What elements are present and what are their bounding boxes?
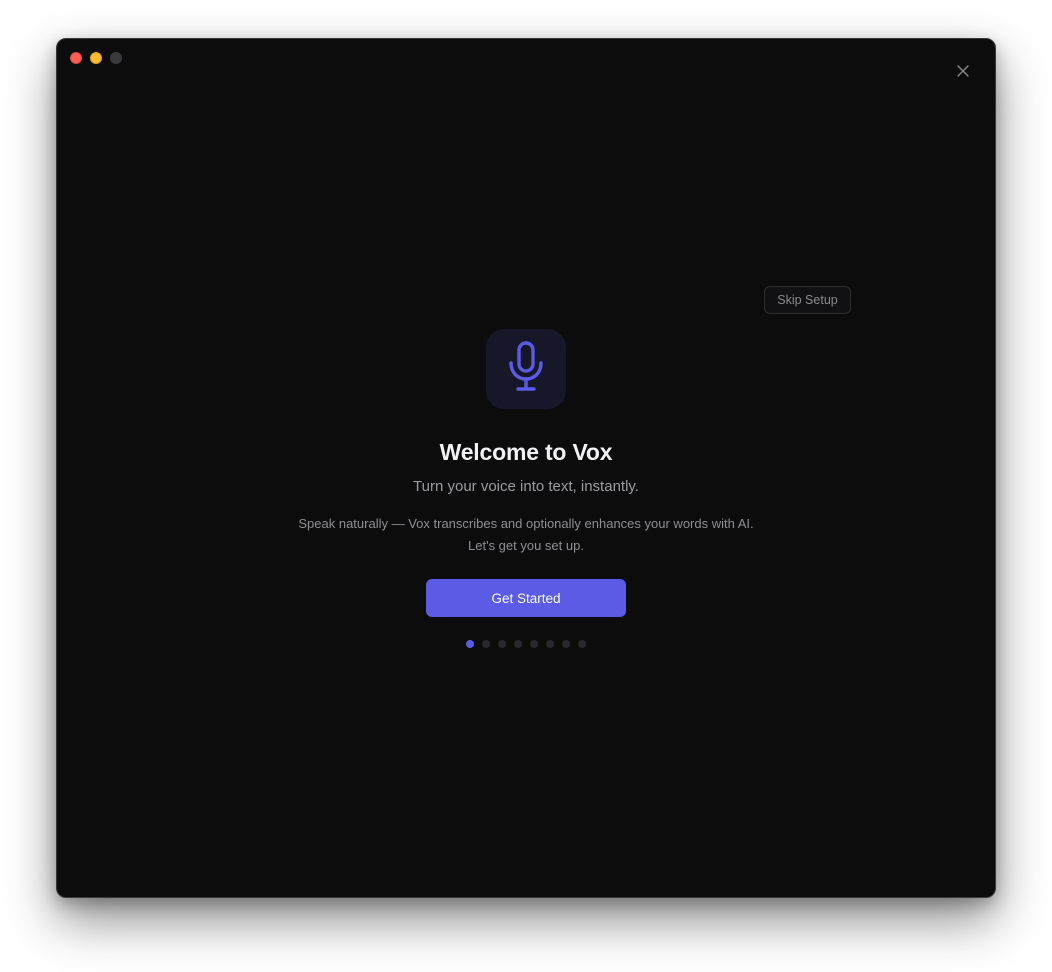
- step-dot: [530, 640, 538, 648]
- window-controls: [70, 52, 122, 64]
- window-zoom-button[interactable]: [110, 52, 122, 64]
- close-icon[interactable]: [955, 63, 971, 79]
- app-icon: [486, 329, 566, 409]
- page-subtitle: Turn your voice into text, instantly.: [413, 478, 639, 495]
- skip-setup-button[interactable]: Skip Setup: [764, 286, 851, 314]
- onboarding-window: Skip Setup Welcome to Vox Turn your voic…: [56, 38, 996, 898]
- step-dot: [578, 640, 586, 648]
- microphone-icon: [508, 340, 544, 398]
- step-dot: [498, 640, 506, 648]
- step-dot: [482, 640, 490, 648]
- get-started-button[interactable]: Get Started: [426, 579, 626, 617]
- window-minimize-button[interactable]: [90, 52, 102, 64]
- page-description: Speak naturally — Vox transcribes and op…: [298, 516, 754, 553]
- step-dot: [562, 640, 570, 648]
- step-indicator: [466, 640, 586, 648]
- page-title: Welcome to Vox: [439, 439, 613, 465]
- step-dot: [514, 640, 522, 648]
- step-dot: [546, 640, 554, 648]
- window-close-button[interactable]: [70, 52, 82, 64]
- welcome-panel: Welcome to Vox Turn your voice into text…: [57, 329, 995, 648]
- step-dot: [466, 640, 474, 648]
